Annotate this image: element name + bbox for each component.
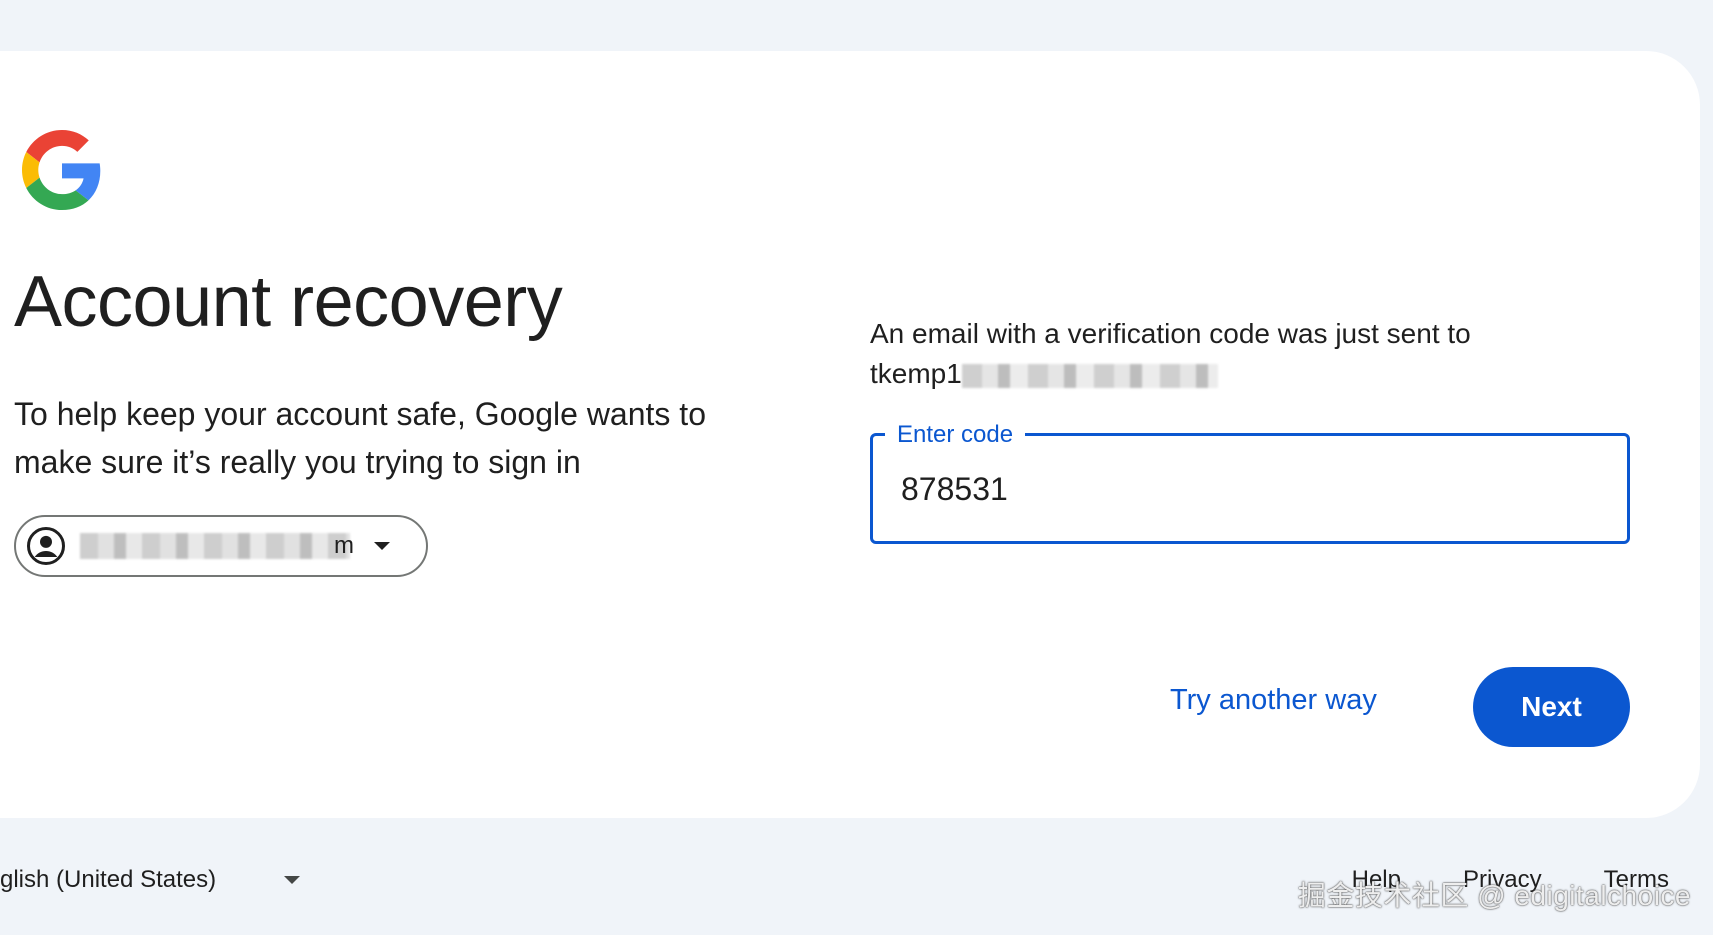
account-circle-icon [27, 527, 65, 565]
account-email: m [80, 529, 360, 563]
google-g-logo-icon [22, 130, 101, 210]
sent-address-visible: tkemp1 [870, 358, 962, 389]
sent-address: tkemp1 [870, 354, 1218, 394]
caret-down-icon [374, 542, 390, 550]
try-another-way-button[interactable]: Try another way [1170, 684, 1377, 717]
account-email-visible: m [334, 532, 354, 559]
watermark-text: 掘金技术社区 @ edigitalchoice [1297, 880, 1691, 911]
code-field[interactable]: Enter code [870, 420, 1630, 544]
page-subtitle: To help keep your account safe, Google w… [14, 396, 706, 480]
sent-message-text: An email with a verification code was ju… [870, 318, 1471, 349]
redacted-address-blur [961, 363, 1218, 388]
code-input[interactable] [901, 464, 1581, 514]
caret-down-icon [284, 876, 301, 884]
page-title: Account recovery [14, 262, 563, 342]
code-field-label: Enter code [885, 420, 1026, 450]
account-chooser-chip[interactable]: m [14, 515, 428, 577]
redacted-email-blur [80, 533, 350, 559]
verification-sent-message: An email with a verification code was ju… [870, 314, 1590, 394]
language-selector[interactable]: glish (United States) [0, 866, 301, 894]
next-button[interactable]: Next [1473, 667, 1630, 747]
language-label: glish (United States) [0, 866, 217, 893]
